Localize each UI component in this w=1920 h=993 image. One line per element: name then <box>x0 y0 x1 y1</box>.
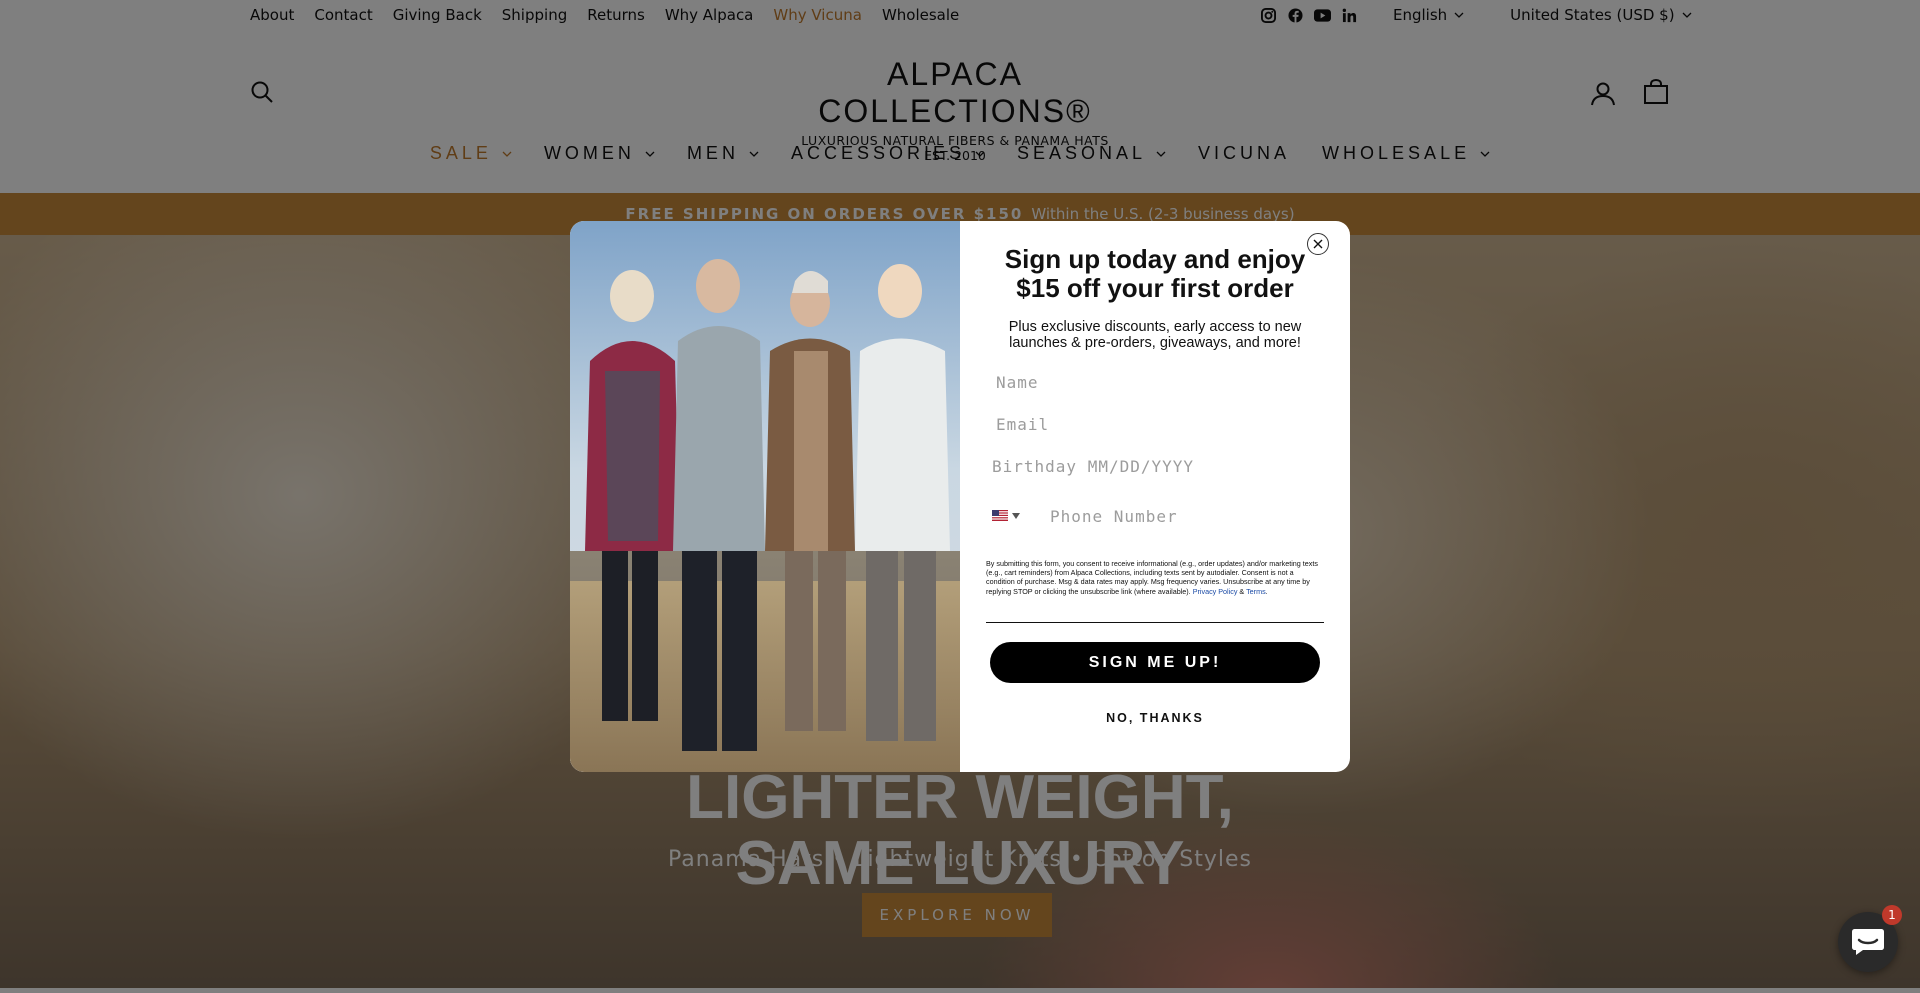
email-field[interactable] <box>982 406 1328 442</box>
form-divider <box>986 622 1324 623</box>
sign-me-up-button[interactable]: SIGN ME UP! <box>990 642 1320 683</box>
phone-field[interactable] <box>1042 498 1328 534</box>
consent-text: By submitting this form, you consent to … <box>986 559 1318 596</box>
consent-body: By submitting this form, you consent to … <box>986 559 1318 596</box>
name-field[interactable] <box>982 364 1328 400</box>
chat-bubble-icon <box>1852 929 1884 955</box>
privacy-policy-link[interactable]: Privacy Policy <box>1193 587 1238 596</box>
popup-title: Sign up today and enjoy $15 off your fir… <box>1004 244 1306 303</box>
terms-link[interactable]: Terms <box>1246 587 1266 596</box>
signup-form: Sign up today and enjoy $15 off your fir… <box>960 221 1350 772</box>
us-flag-icon[interactable] <box>992 510 1008 521</box>
no-thanks-button[interactable]: NO, THANKS <box>990 711 1320 725</box>
chat-unread-badge: 1 <box>1882 905 1902 925</box>
signup-popup: Sign up today and enjoy $15 off your fir… <box>570 221 1350 772</box>
chevron-down-icon <box>1012 513 1020 519</box>
birthday-field[interactable] <box>978 448 1324 484</box>
close-icon[interactable] <box>1307 233 1329 255</box>
popup-lifestyle-image <box>570 221 960 772</box>
popup-description: Plus exclusive discounts, early access t… <box>1008 319 1302 351</box>
consent-ampersand: & <box>1239 586 1245 596</box>
